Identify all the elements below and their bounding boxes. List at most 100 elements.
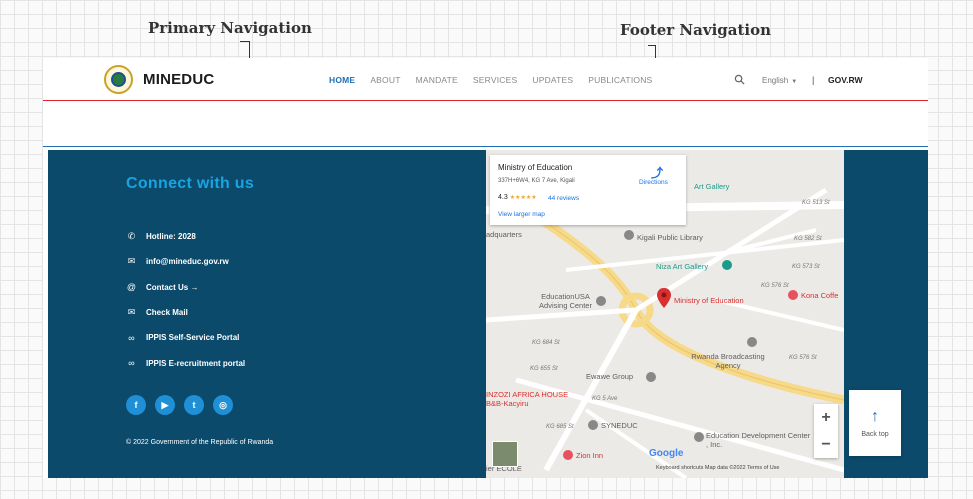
footer-link-email[interactable]: ✉ info@mineduc.gov.rw <box>126 249 245 274</box>
rating-value: 4.3 <box>498 194 508 201</box>
site-header: MINEDUC HOME ABOUT MANDATE SERVICES UPDA… <box>43 58 928 101</box>
primary-navigation: HOME ABOUT MANDATE SERVICES UPDATES PUBL… <box>329 75 652 85</box>
map-label: KG 685 St <box>546 424 574 430</box>
instagram-icon[interactable]: ◎ <box>213 395 233 415</box>
link-icon: ∞ <box>128 358 135 369</box>
link-label: IPPIS Self-Service Portal <box>146 333 240 343</box>
facebook-icon[interactable]: f <box>126 395 146 415</box>
separator: | <box>812 75 815 85</box>
link-icon: ∞ <box>128 332 135 343</box>
map-label: SYNEDUC <box>601 421 638 430</box>
map-label: Kigali Public Library <box>637 233 703 242</box>
site-footer: Connect with us ✆ Hotline: 2028 ✉ info@m… <box>48 150 928 478</box>
mineduc-logo[interactable] <box>104 65 133 94</box>
zoom-controls: + − <box>814 404 838 458</box>
zoom-out-button[interactable]: − <box>821 436 830 453</box>
language-selector[interactable]: English ▼ <box>762 76 797 85</box>
coat-of-arms-icon <box>111 72 126 87</box>
place-name: Ministry of Education <box>498 163 573 172</box>
footer-link-contact[interactable]: @ Contact Us → <box>126 275 245 300</box>
map-label: KG 582 St <box>794 236 822 242</box>
map-label: KG 576 St <box>761 283 789 289</box>
map-label: EducationUSA Advising Center <box>539 292 592 310</box>
business-pin-icon <box>646 372 656 382</box>
zoom-in-button[interactable]: + <box>821 409 830 426</box>
arrow-up-icon: ↑ <box>871 408 879 425</box>
divider <box>43 146 928 147</box>
nav-about[interactable]: ABOUT <box>370 75 400 85</box>
footer-link-ippis-self-service[interactable]: ∞ IPPIS Self-Service Portal <box>126 325 245 350</box>
link-label: info@mineduc.gov.rw <box>146 257 229 267</box>
footer-link-hotline[interactable]: ✆ Hotline: 2028 <box>126 224 245 249</box>
map-label: Zion Inn <box>576 451 604 460</box>
star-icon: ★★★★★ <box>509 195 537 201</box>
hotel-pin-icon <box>563 450 573 460</box>
youtube-icon[interactable]: ▶ <box>155 395 175 415</box>
link-label: Check Mail <box>146 308 188 318</box>
broadcast-pin-icon <box>747 337 757 347</box>
footer-navigation: ✆ Hotline: 2028 ✉ info@mineduc.gov.rw @ … <box>126 224 245 376</box>
cafe-pin-icon <box>788 290 798 300</box>
place-info-card: Ministry of Education 337H+6W4, KG 7 Ave… <box>490 155 686 225</box>
back-to-top-button[interactable]: ↑ Back top <box>849 390 901 456</box>
twitter-icon[interactable]: t <box>184 395 204 415</box>
place-address: 337H+6W4, KG 7 Ave, Kigali <box>498 178 575 184</box>
at-icon: @ <box>126 282 137 293</box>
view-larger-map-link[interactable]: View larger map <box>498 211 545 218</box>
link-label: IPPIS E-recruitment portal <box>146 358 246 368</box>
nav-updates[interactable]: UPDATES <box>532 75 573 85</box>
phone-icon: ✆ <box>127 231 136 242</box>
gallery-pin-icon <box>722 260 732 270</box>
footer-link-check-mail[interactable]: ✉ Check Mail <box>126 300 245 325</box>
map-attribution[interactable]: Keyboard shortcuts Map data ©2022 Terms … <box>656 465 780 471</box>
google-logo: Google <box>649 448 684 459</box>
mail-icon: ✉ <box>127 256 136 267</box>
mail-icon: ✉ <box>127 307 136 318</box>
copyright-text: © 2022 Government of the Republic of Rwa… <box>126 439 274 446</box>
nav-services[interactable]: SERVICES <box>473 75 517 85</box>
school-pin-icon <box>596 296 606 306</box>
webpage: MINEDUC HOME ABOUT MANDATE SERVICES UPDA… <box>43 58 928 478</box>
edc-pin-icon <box>694 432 704 442</box>
social-links: f ▶ t ◎ <box>126 395 233 415</box>
primary-navigation-annotation: Primary Navigation <box>148 19 312 37</box>
embedded-map[interactable]: Ministry of Education 337H+6W4, KG 7 Ave… <box>486 150 844 478</box>
nav-home[interactable]: HOME <box>329 75 355 85</box>
link-label: Contact Us → <box>146 282 199 292</box>
map-label: Art Gallery <box>694 182 730 191</box>
map-label: KG 5 Ave <box>592 396 618 402</box>
map-label: INZOZI AFRICA HOUSE B&B-Kacyiru <box>486 390 569 408</box>
map-label: KG 576 St <box>789 355 817 361</box>
annotation-connector <box>240 41 250 55</box>
directions-link[interactable]: Directions <box>639 179 668 186</box>
map-label: Education Development Center , Inc. <box>706 431 811 449</box>
map-label: Ministry of Education <box>674 296 744 305</box>
footer-link-ippis-recruitment[interactable]: ∞ IPPIS E-recruitment portal <box>126 350 245 375</box>
satellite-toggle[interactable] <box>492 441 518 467</box>
map-label: KG 513 St <box>802 200 830 206</box>
library-pin-icon <box>624 230 634 240</box>
gov-rw-link[interactable]: GOV.RW <box>828 75 862 85</box>
caret-down-icon: ▼ <box>791 79 798 85</box>
link-label: Hotline: 2028 <box>146 232 196 242</box>
syneduc-pin-icon <box>588 420 598 430</box>
language-label: English <box>762 76 789 85</box>
map-label: Rwanda Broadcasting Agency <box>691 352 765 370</box>
map-label: Kona Coffe <box>801 291 839 300</box>
brand-name[interactable]: MINEDUC <box>143 71 214 88</box>
nav-publications[interactable]: PUBLICATIONS <box>588 75 652 85</box>
map-label: Niza Art Gallery <box>656 262 709 271</box>
nav-mandate[interactable]: MANDATE <box>416 75 458 85</box>
place-rating: 4.3 ★★★★★ <box>498 194 537 201</box>
map-label: Ewawe Group <box>586 372 634 381</box>
connect-title: Connect with us <box>126 175 255 192</box>
map-label: KG 655 St <box>530 366 558 372</box>
reviews-link[interactable]: 44 reviews <box>548 195 579 202</box>
back-to-top-label: Back top <box>861 431 889 438</box>
search-icon[interactable] <box>734 74 745 85</box>
map-label: KG 684 St <box>532 340 560 346</box>
map-label: KG 573 St <box>792 264 820 270</box>
footer-navigation-annotation: Footer Navigation <box>620 21 772 39</box>
ministry-pin-icon <box>657 288 671 308</box>
map-label: adquarters <box>486 230 522 239</box>
